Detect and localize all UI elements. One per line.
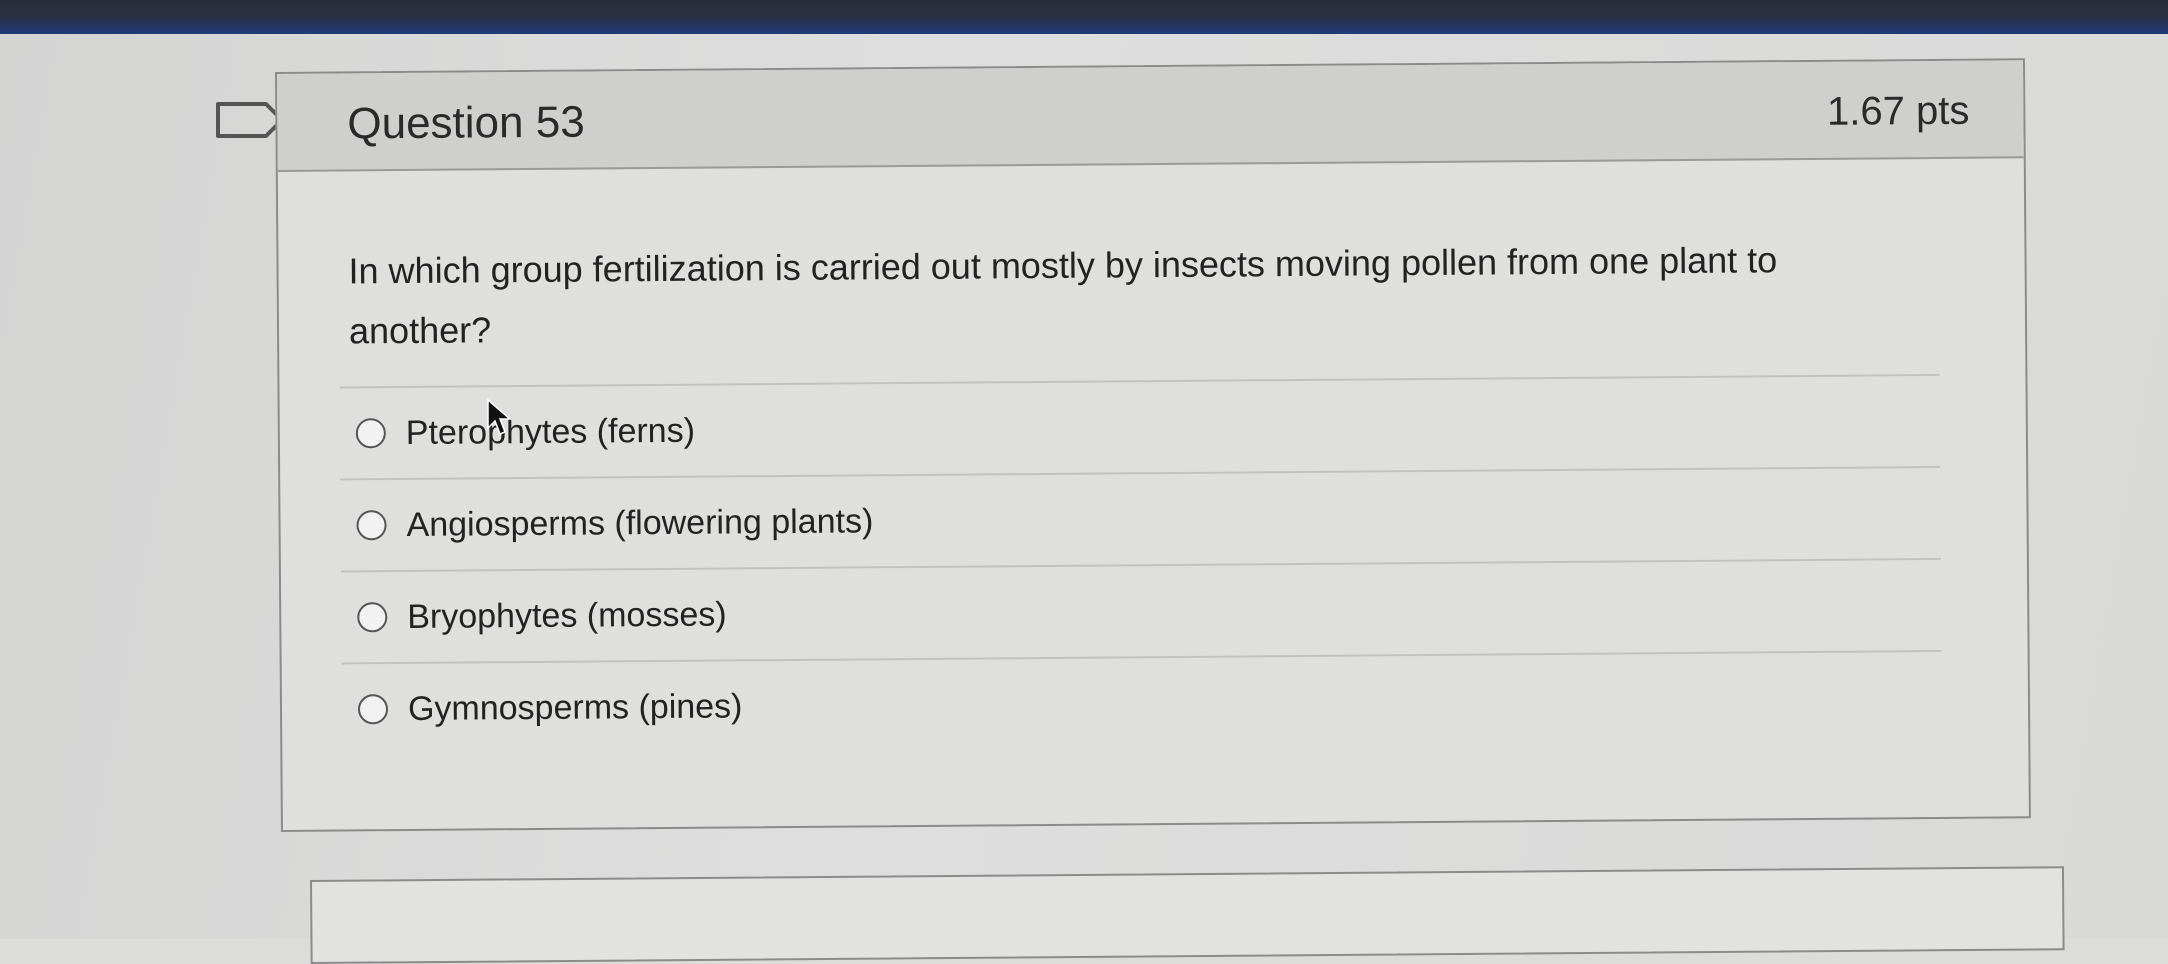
question-card: Question 53 1.67 pts In which group fert… — [275, 58, 2031, 832]
question-text: In which group fertilization is carried … — [348, 239, 1778, 352]
answer-option[interactable]: Gymnosperms (pines) — [341, 649, 1943, 755]
answer-list: Pterophytes (ferns) Angiosperms (floweri… — [339, 373, 1943, 755]
radio-button[interactable] — [357, 602, 388, 633]
mouse-cursor-icon — [487, 398, 513, 435]
radio-button[interactable] — [355, 418, 386, 449]
question-points: 1.67 pts — [1826, 88, 1970, 134]
question-title: Question 53 — [347, 97, 585, 149]
question-header: Question 53 1.67 pts — [277, 60, 2024, 172]
browser-top-bar — [0, 0, 2168, 34]
answer-label: Gymnosperms (pines) — [407, 686, 743, 728]
next-question-card — [310, 866, 2065, 964]
answer-option[interactable]: Angiosperms (flowering plants) — [340, 465, 1941, 571]
radio-button[interactable] — [356, 510, 387, 541]
answer-label: Angiosperms (flowering plants) — [406, 501, 874, 544]
answer-label: Bryophytes (mosses) — [407, 594, 727, 636]
answer-option[interactable]: Bryophytes (mosses) — [340, 557, 1942, 663]
answer-label: Pterophytes (ferns) — [405, 411, 696, 452]
radio-button[interactable] — [357, 694, 389, 725]
answer-option[interactable]: Pterophytes (ferns) — [339, 373, 1941, 479]
